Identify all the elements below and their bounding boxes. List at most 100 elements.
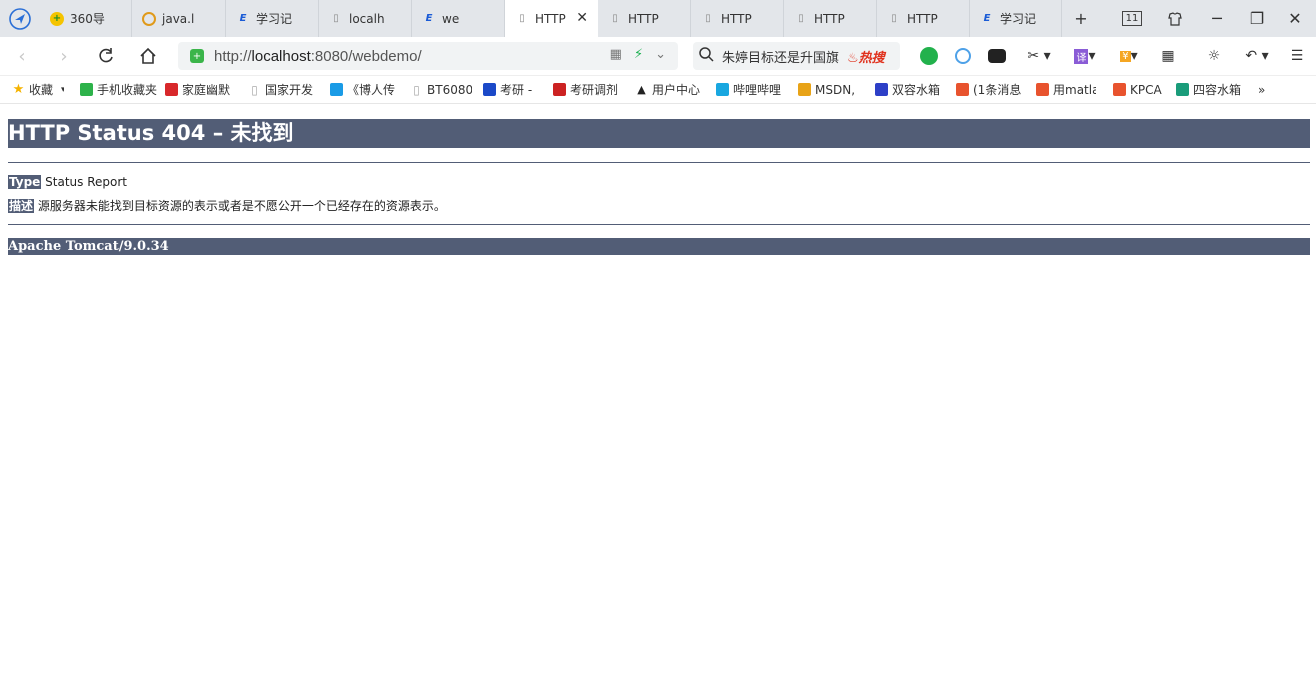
bookmark-item[interactable]: 考研调剂: [553, 81, 621, 98]
divider: [8, 224, 1310, 225]
reload-button[interactable]: [92, 43, 120, 69]
description-row: 描述 源服务器未能找到目标资源的表示或者是不愿公开一个已经存在的资源表示。: [8, 197, 1310, 214]
tab-2[interactable]: java.l: [132, 0, 226, 37]
tab-11[interactable]: E 学习记: [970, 0, 1062, 37]
search-box[interactable]: 朱婷目标还是升国旗 ♨热搜: [693, 42, 900, 70]
screenshot-icon[interactable]: ✂ ▾: [1022, 46, 1056, 66]
type-label: Type: [8, 175, 42, 189]
bookmark-item[interactable]: 《博人传: [330, 81, 400, 98]
bookmark-label: 家庭幽默: [182, 83, 231, 97]
tab-strip: +360导 java.l E 学习记 ▯ localh Ewe ▯ HTTP ✕ ▯ HTTP ▯ HTT…: [0, 0, 1316, 37]
tab-label: 360导: [70, 12, 105, 26]
bookmark-item[interactable]: 双容水箱: [875, 81, 943, 98]
adblock-icon[interactable]: [952, 46, 974, 66]
brightness-icon[interactable]: ☼: [1203, 46, 1225, 66]
divider: [8, 162, 1310, 163]
apps-grid-icon[interactable]: ▦: [1157, 46, 1179, 66]
tab-label: HTTP: [814, 11, 845, 26]
tab-label: HTTP: [535, 11, 566, 26]
fast-mode-icon[interactable]: ⚡: [634, 47, 643, 62]
bookmark-label: 双容水箱: [892, 83, 941, 97]
minimize-button[interactable]: ─: [1198, 0, 1236, 37]
bookmark-label: 收藏: [29, 83, 54, 97]
description-value: 源服务器未能找到目标资源的表示或者是不愿公开一个已经存在的资源表示。: [37, 199, 446, 213]
bookmark-label: 四容水箱: [1193, 83, 1242, 97]
bookmark-label: 用matla: [1053, 83, 1096, 97]
bookmarks-bar: ★ 收藏 ▾ 手机收藏夹 家庭幽默 ▯ 国家开发 《博人传 ▯ BT6080 考研 - 考研调剂 ▲ 用…: [0, 76, 1316, 104]
hot-search-badge[interactable]: ♨热搜: [847, 47, 885, 66]
csdn-icon: [956, 83, 969, 96]
bookmark-item[interactable]: (1条消息: [956, 81, 1022, 98]
tab-count-button[interactable]: 11: [1113, 0, 1151, 37]
page-icon: ▯: [413, 82, 420, 97]
tab-label: we: [442, 11, 460, 26]
bookmark-label: BT6080: [427, 82, 472, 97]
bookmark-label: KPCA: [1130, 82, 1162, 97]
cap-icon: ▲: [637, 83, 646, 96]
bookmark-item[interactable]: 手机收藏夹: [80, 81, 158, 98]
bookmark-item[interactable]: 考研 -: [483, 81, 541, 98]
type-row: Type Status Report: [8, 175, 1310, 189]
toolbar: ‹ › + http://localhost:8080/webdemo/ ▦ ⚡…: [0, 37, 1316, 76]
tab-label: localh: [349, 11, 385, 26]
chevron-down-icon[interactable]: ▾: [61, 85, 64, 95]
page-icon: ▯: [519, 13, 525, 24]
tab-9[interactable]: ▯ HTTP: [784, 0, 877, 37]
bookmark-item[interactable]: 四容水箱: [1176, 81, 1242, 98]
wallet-icon[interactable]: ¥ ▾: [1112, 46, 1146, 66]
page-icon: ▯: [612, 13, 618, 24]
page-icon: ▯: [891, 13, 897, 24]
bookmark-item[interactable]: MSDN,: [798, 81, 862, 98]
tab-10[interactable]: ▯ HTTP: [877, 0, 970, 37]
undo-close-icon[interactable]: ↶ ▾: [1240, 46, 1274, 66]
csdn-icon: [1113, 83, 1126, 96]
restore-button[interactable]: ❐: [1238, 0, 1276, 37]
game-icon[interactable]: [986, 46, 1008, 66]
forward-button[interactable]: ›: [50, 43, 78, 69]
tab-label: 学习记: [1000, 12, 1037, 26]
tab-7[interactable]: ▯ HTTP: [598, 0, 691, 37]
more-bookmarks-button[interactable]: »: [1258, 81, 1265, 98]
360-icon: +: [50, 11, 64, 26]
bookmark-item[interactable]: 哔哩哔哩: [716, 81, 786, 98]
bookmark-label: 考研 -: [500, 83, 533, 97]
server-footer: Apache Tomcat/9.0.34: [8, 238, 1310, 255]
tab-5[interactable]: Ewe: [412, 0, 505, 37]
menu-icon[interactable]: ☰: [1286, 46, 1308, 66]
skin-icon[interactable]: [1156, 0, 1194, 37]
circle-icon: [142, 11, 156, 26]
address-bar[interactable]: + http://localhost:8080/webdemo/ ▦ ⚡ ⌄: [178, 42, 678, 70]
tab-1[interactable]: +360导: [40, 0, 132, 37]
bookmark-label: 《博人传: [347, 83, 396, 97]
bookmark-item[interactable]: KPCA: [1113, 81, 1165, 98]
page-icon: ▯: [705, 13, 711, 24]
back-button[interactable]: ‹: [8, 43, 36, 69]
reader-icon[interactable]: [918, 46, 940, 66]
paw-icon: [875, 83, 888, 96]
tab-6[interactable]: ▯ HTTP ✕: [505, 0, 598, 37]
chevron-down-icon[interactable]: ⌄: [655, 47, 666, 62]
browser-logo-icon[interactable]: [0, 0, 40, 37]
e-blog-icon: E: [239, 13, 247, 24]
tab-4[interactable]: ▯ localh: [319, 0, 412, 37]
bookmark-item[interactable]: 家庭幽默: [165, 81, 237, 98]
bookmark-item[interactable]: ▯ BT6080: [410, 81, 472, 98]
grid-icon: [483, 83, 496, 96]
tab-8[interactable]: ▯ HTTP: [691, 0, 784, 37]
home-button[interactable]: [134, 43, 162, 69]
bookmark-item[interactable]: ▯ 国家开发: [248, 81, 318, 98]
bookmark-item[interactable]: ★ 收藏 ▾: [12, 81, 64, 98]
search-suggestion: 朱婷目标还是升国旗: [722, 50, 840, 66]
bilibili-icon: [716, 83, 729, 96]
page-icon: ▯: [251, 82, 258, 97]
bookmark-item[interactable]: ▲ 用户中心: [635, 81, 703, 98]
translate-icon[interactable]: 译 ▾: [1068, 46, 1102, 66]
page-content: HTTP Status 404 – 未找到 Type Status Report…: [8, 104, 1310, 255]
close-tab-icon[interactable]: ✕: [576, 10, 588, 26]
bookmark-item[interactable]: 用matla: [1036, 81, 1096, 98]
bookmark-label: 国家开发: [265, 83, 314, 97]
new-tab-button[interactable]: +: [1062, 0, 1100, 37]
close-window-button[interactable]: ✕: [1276, 0, 1314, 37]
tab-3[interactable]: E 学习记: [226, 0, 319, 37]
qr-code-icon[interactable]: ▦: [610, 47, 622, 62]
